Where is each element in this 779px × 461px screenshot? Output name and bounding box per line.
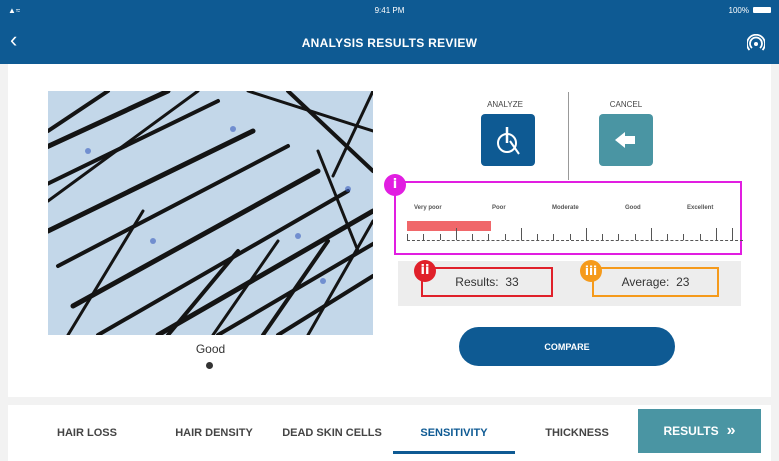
- scale-label-excellent: Excellent: [687, 205, 714, 211]
- tab-results[interactable]: RESULTS »: [638, 409, 761, 453]
- analysis-panel: Good ANALYZE CANCEL Very poor Poor Moder…: [8, 64, 771, 397]
- scale-tick: [715, 228, 717, 240]
- analyze-label: ANALYZE: [487, 100, 523, 109]
- rating-scale: Very poor Poor Moderate Good Excellent: [394, 181, 743, 255]
- category-tab-bar: HAIR LOSS HAIR DENSITY DEAD SKIN CELLS S…: [8, 405, 771, 461]
- scale-tick: [488, 234, 490, 240]
- scale-label-poor: Poor: [492, 205, 506, 211]
- annotation-badge-i: i: [384, 174, 406, 196]
- active-tab-indicator: [393, 451, 515, 454]
- results-value-box: Results: 33: [421, 267, 553, 297]
- scale-label-moderate: Moderate: [552, 205, 579, 211]
- cancel-label: CANCEL: [609, 100, 643, 109]
- battery-icon: [753, 7, 771, 13]
- rating-level-bar: [407, 221, 491, 231]
- status-bar: ▲≈ 9:41 PM 100%: [0, 0, 779, 20]
- arrow-left-icon: [615, 132, 635, 148]
- carousel-dot[interactable]: [206, 362, 213, 369]
- scale-tick: [634, 234, 636, 240]
- scalp-image: [48, 91, 373, 335]
- scale-label-very-poor: Very poor: [414, 205, 442, 211]
- scale-tick: [650, 228, 652, 240]
- annotation-badge-ii: ii: [414, 260, 436, 282]
- scale-tick: [553, 234, 555, 240]
- scale-baseline: [407, 240, 743, 241]
- scale-tick: [683, 234, 685, 240]
- scale-tick: [455, 228, 457, 240]
- scale-tick: [520, 228, 522, 240]
- scale-tick: [618, 234, 620, 240]
- tab-hair-loss[interactable]: HAIR LOSS: [38, 405, 136, 461]
- results-value: 33: [505, 275, 519, 289]
- results-label: Results:: [455, 275, 499, 289]
- tab-thickness[interactable]: THICKNESS: [523, 405, 631, 461]
- average-value-box: Average: 23: [592, 267, 719, 297]
- scale-label-good: Good: [625, 205, 641, 211]
- scale-tick: [667, 234, 668, 240]
- scale-tick: [439, 234, 441, 240]
- app-header: ▲≈ 9:41 PM 100% ‹ ANALYSIS RESULTS REVIE…: [0, 0, 779, 64]
- image-rating-caption: Good: [195, 342, 226, 356]
- scale-tick: [699, 234, 701, 240]
- double-chevron-right-icon: »: [726, 422, 736, 439]
- results-summary: Results: 33 Average: 23: [398, 261, 741, 306]
- results-tab-label: RESULTS: [663, 424, 719, 438]
- scale-tick: [504, 234, 506, 240]
- status-time: 9:41 PM: [374, 6, 405, 15]
- average-label: Average:: [621, 275, 670, 289]
- scope-probe-icon: [497, 127, 520, 155]
- scale-tick: [407, 234, 408, 240]
- scale-tick: [423, 234, 425, 240]
- scale-tick: [537, 234, 538, 240]
- broadcast-icon[interactable]: [747, 34, 765, 52]
- cancel-button[interactable]: [599, 114, 653, 166]
- tab-dead-skin-cells[interactable]: DEAD SKIN CELLS: [276, 405, 388, 461]
- scale-tick: [732, 228, 733, 240]
- compare-button[interactable]: COMPARE: [459, 327, 675, 366]
- page-title: ANALYSIS RESULTS REVIEW: [301, 36, 478, 50]
- scale-tick: [585, 228, 587, 240]
- tab-hair-density[interactable]: HAIR DENSITY: [158, 405, 270, 461]
- annotation-badge-iii: iii: [580, 260, 602, 282]
- average-value: 23: [676, 275, 690, 289]
- battery-percent: 100%: [728, 6, 749, 15]
- scale-tick: [472, 234, 473, 240]
- scale-tick: [602, 234, 603, 240]
- scale-tick: [569, 234, 571, 240]
- analyze-button[interactable]: [481, 114, 535, 166]
- action-divider: [568, 92, 569, 180]
